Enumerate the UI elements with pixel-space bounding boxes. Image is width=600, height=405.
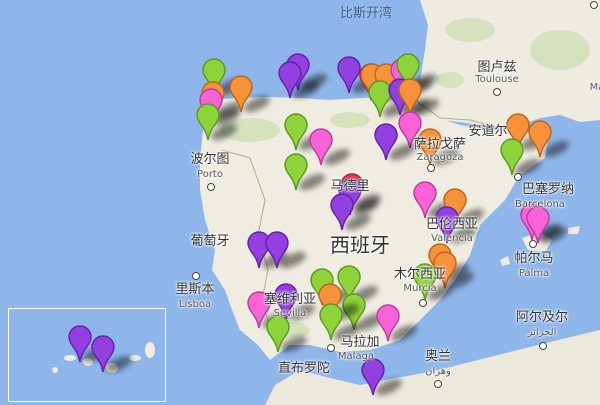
label-lisbon: 里斯本 xyxy=(175,282,215,297)
city-dot-murcia xyxy=(419,299,427,307)
city-dot-offscreen xyxy=(590,1,598,9)
label-toulouse: 图卢兹 xyxy=(477,60,517,75)
city-dot-barcelona xyxy=(514,173,522,181)
label-algiers: 阿尔及尔 xyxy=(515,310,569,325)
city-dot-zaragoza xyxy=(427,164,435,172)
label-oran: 奥兰 xyxy=(424,349,452,364)
label-lisbon-en: Lisboa xyxy=(178,299,212,310)
label-murcia-en: Murcia xyxy=(403,283,437,294)
city-dot-oran xyxy=(434,380,442,388)
label-palma: 帕尔马 xyxy=(514,251,554,266)
canary-islands-inset xyxy=(8,308,166,402)
label-malaga: 马拉加 xyxy=(340,335,380,350)
city-dot-toulouse xyxy=(493,88,501,96)
label-andorra: 安道尔 xyxy=(468,124,508,139)
label-murcia: 木尔西亚 xyxy=(393,267,447,282)
label-partial: Ma xyxy=(589,82,600,93)
label-porto: 波尔图 xyxy=(190,152,230,167)
label-biscay: 比斯开湾 xyxy=(339,6,393,21)
label-oran-ar: وهران xyxy=(425,366,451,377)
label-porto-en: Porto xyxy=(197,169,223,180)
label-valencia: 巴伦西亚 xyxy=(425,217,479,232)
label-seville-en: Sevilla xyxy=(273,308,307,319)
label-barcelona-en: Barcelona xyxy=(515,199,565,210)
label-barcelona: 巴塞罗纳 xyxy=(521,182,575,197)
label-portugal: 葡萄牙 xyxy=(190,234,230,249)
label-madrid: 马德里 xyxy=(330,179,370,194)
label-valencia-en: Valencia xyxy=(431,233,473,244)
city-dot-lisbon xyxy=(192,272,200,280)
city-dot-malaga xyxy=(327,344,335,352)
label-zaragoza-en: Zaragoza xyxy=(416,152,464,163)
city-dot-palma xyxy=(529,240,537,248)
label-algiers-ar: الجزائر xyxy=(527,327,557,338)
label-seville: 塞维利亚 xyxy=(263,292,317,307)
label-gibraltar: 直布罗陀 xyxy=(277,361,331,376)
label-zaragoza: 萨拉戈萨 xyxy=(413,137,467,152)
label-toulouse-en: Toulouse xyxy=(475,74,519,85)
label-palma-en: Palma xyxy=(518,268,550,279)
label-malaga-en: Malaga xyxy=(337,351,375,362)
city-dot-algiers xyxy=(539,342,547,350)
land-menorca xyxy=(568,226,580,234)
city-dot-porto xyxy=(207,183,215,191)
land-ibiza xyxy=(500,256,510,266)
label-spain: 西班牙 xyxy=(330,233,390,257)
